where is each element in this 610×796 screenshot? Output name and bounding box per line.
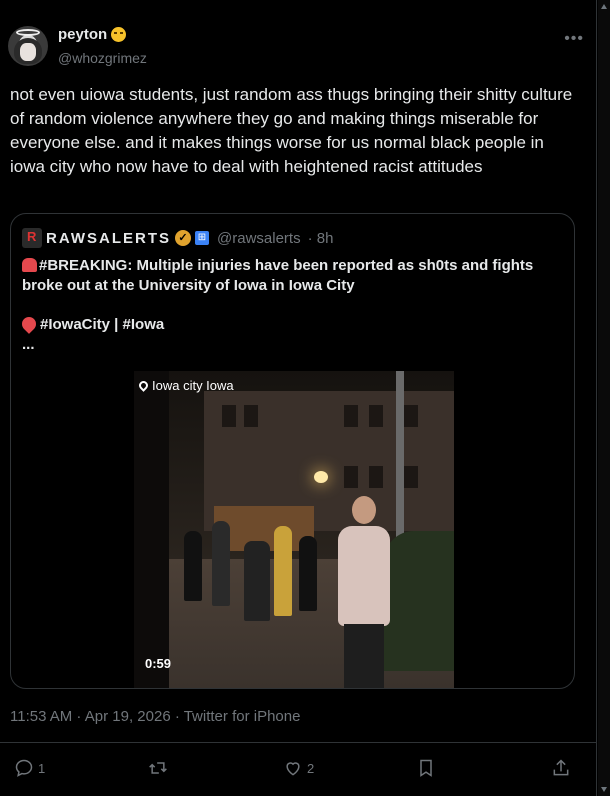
divider: [0, 742, 597, 743]
more-options-icon[interactable]: •••: [564, 30, 584, 48]
tweet-detail-panel: peyton @whozgrimez ••• not even uiowa st…: [0, 0, 597, 796]
video-crowd: [174, 521, 324, 631]
quoted-time[interactable]: · 8h: [308, 230, 334, 247]
quoted-text-block: #BREAKING: Multiple injuries have been r…: [22, 256, 567, 296]
crowd-figure: [274, 526, 292, 616]
affiliate-badge-icon: ⊞: [195, 231, 209, 245]
retweet-icon: [149, 762, 167, 774]
location-pin-icon: [137, 379, 150, 392]
building-window: [344, 405, 358, 427]
building-window: [369, 466, 383, 488]
siren-icon: [22, 258, 37, 272]
name-row: peyton: [58, 26, 127, 43]
avatar-halo: [16, 29, 40, 36]
quoted-tweet-header: RAWSALERTS ✓ ⊞ @rawsalerts · 8h: [22, 228, 333, 248]
quoted-tweet[interactable]: RAWSALERTS ✓ ⊞ @rawsalerts · 8h #BREAKIN…: [10, 213, 575, 689]
video-duration: 0:59: [145, 656, 172, 671]
video-street-lamp: [314, 471, 328, 483]
tweet-meta[interactable]: 11:53 AM · Apr 19, 2026 · Twitter for iP…: [10, 708, 300, 725]
action-bar: 1 2: [0, 748, 597, 788]
person-body: [338, 526, 390, 626]
crowd-figure: [184, 531, 202, 601]
quoted-ellipsis: ...: [22, 336, 35, 353]
avatar-face: [20, 43, 36, 61]
crowd-figure: [299, 536, 317, 611]
bookmark-icon: [420, 759, 432, 777]
video-shrubs: [384, 531, 454, 671]
quoted-text: #BREAKING: Multiple injuries have been r…: [22, 257, 534, 294]
author-display-name[interactable]: peyton: [58, 26, 107, 43]
author-handle[interactable]: @whozgrimez: [58, 50, 147, 66]
bookmark-button[interactable]: [416, 758, 436, 778]
avatar[interactable]: [8, 26, 48, 66]
share-icon: [553, 759, 569, 776]
building-window: [404, 405, 418, 427]
building-window: [244, 405, 258, 427]
video-player[interactable]: Iowa city Iowa 0:59: [134, 371, 454, 688]
quoted-hashtags[interactable]: #IowaCity | #Iowa: [40, 316, 164, 333]
verified-badge-icon: ✓: [175, 230, 191, 246]
crowd-figure: [244, 541, 270, 621]
quoted-display-name[interactable]: RAWSALERTS: [46, 230, 171, 247]
quoted-tags-block: #IowaCity | #Iowa: [19, 314, 164, 334]
quoted-avatar[interactable]: [22, 228, 42, 248]
tweet-text: not even uiowa students, just random ass…: [10, 85, 577, 176]
video-left-shade: [134, 371, 169, 688]
reply-count: 1: [38, 760, 46, 776]
quoted-handle[interactable]: @rawsalerts: [217, 230, 301, 247]
person-head: [352, 496, 376, 524]
video-location-label: Iowa city Iowa: [137, 378, 234, 393]
crowd-figure: [212, 521, 230, 606]
like-button[interactable]: 2: [283, 758, 314, 778]
retweet-button[interactable]: [148, 758, 172, 778]
video-location-text: Iowa city Iowa: [152, 378, 234, 393]
reply-button[interactable]: 1: [14, 758, 45, 778]
video-foreground-person: [334, 496, 394, 688]
tweet-header: peyton @whozgrimez •••: [8, 26, 588, 70]
scrollbar[interactable]: [598, 0, 610, 796]
building-window: [344, 466, 358, 488]
building-window: [222, 405, 236, 427]
share-button[interactable]: [551, 758, 571, 778]
scroll-up-arrow-icon[interactable]: [601, 4, 607, 9]
pushpin-icon: [19, 314, 39, 334]
person-legs: [344, 624, 384, 688]
disappointed-face-icon: [111, 27, 127, 42]
heart-icon: [286, 762, 300, 776]
like-count: 2: [307, 760, 315, 776]
building-window: [369, 405, 383, 427]
reply-icon: [15, 759, 33, 777]
scroll-down-arrow-icon[interactable]: [601, 787, 607, 792]
building-window: [404, 466, 418, 488]
